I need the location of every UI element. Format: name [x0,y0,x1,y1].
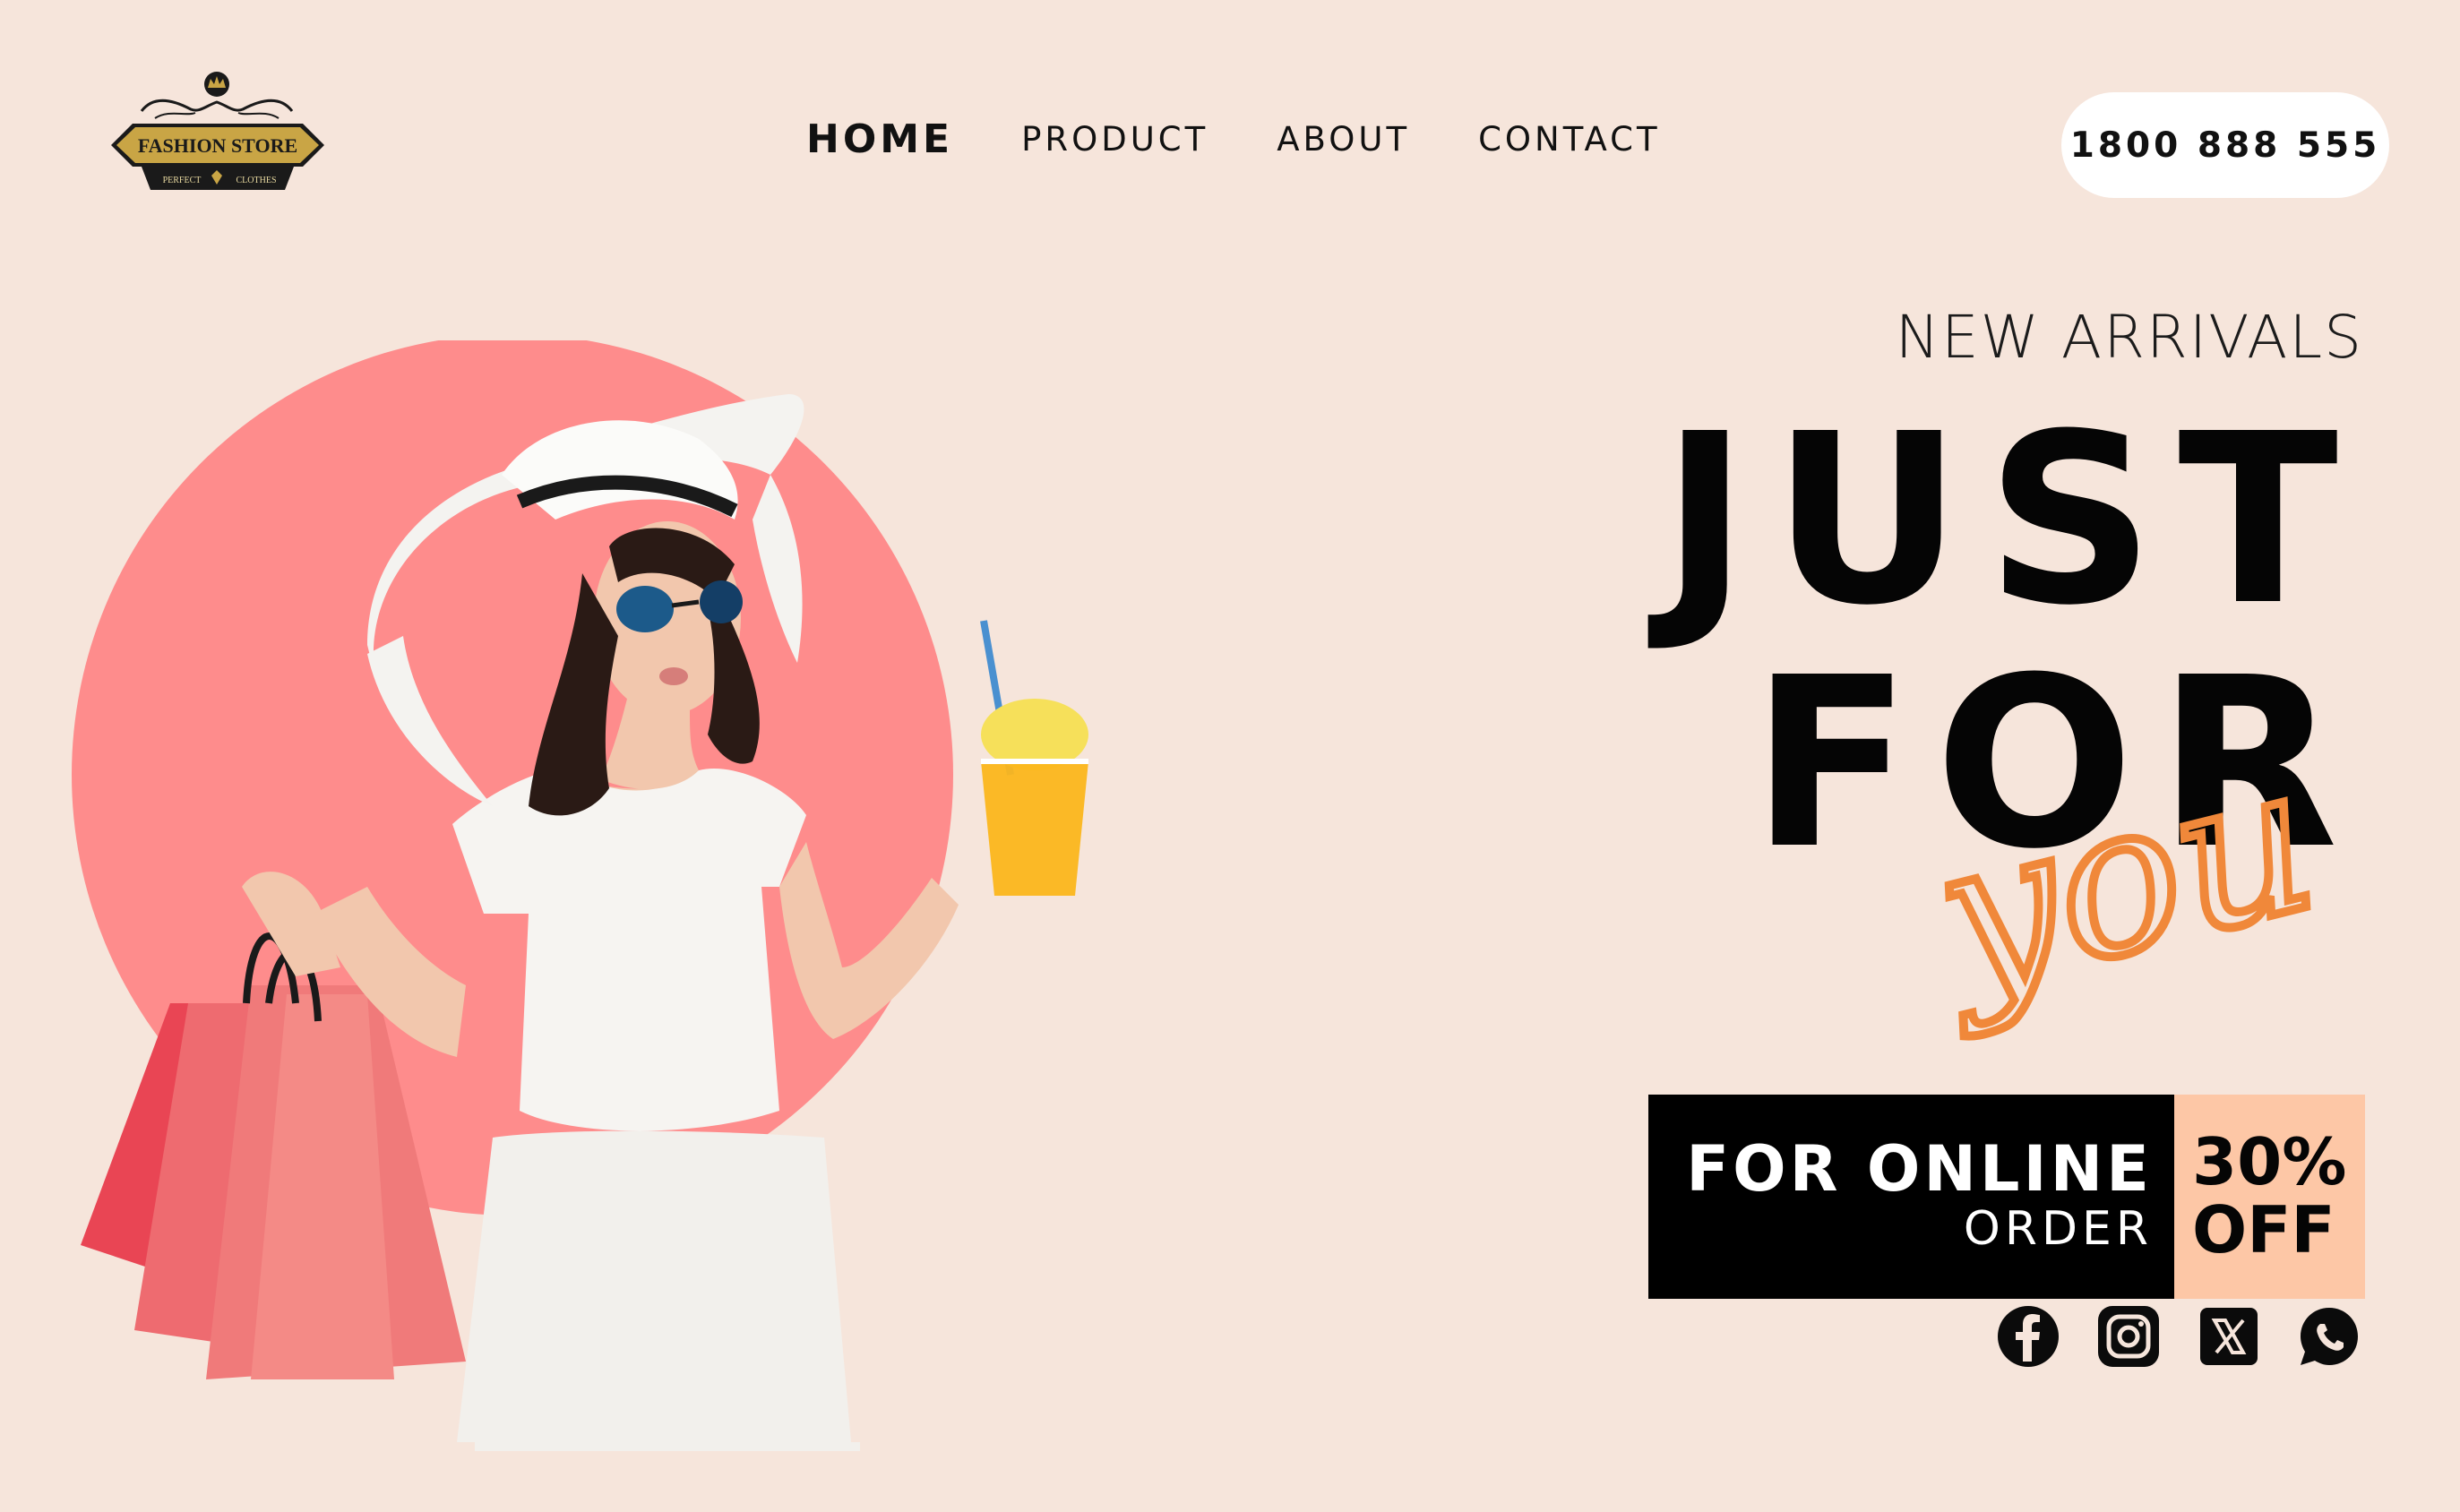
promo-discount-label: OFF [2192,1192,2335,1267]
promo-line1: FOR ONLINE [1686,1132,2153,1207]
hero-eyebrow: NEW ARRIVALS [1895,303,2363,372]
promo-line2: ORDER [1963,1201,2153,1256]
promo-discount-block: 30% OFF [2174,1095,2365,1299]
phone-button[interactable]: 1800 888 555 [2061,92,2389,198]
facebook-icon[interactable] [1998,1306,2059,1367]
hero-script-word: you [1903,690,2339,1048]
promo-discount-value: 30% [2192,1124,2347,1200]
x-icon[interactable] [2198,1306,2259,1367]
nav-home[interactable]: HOME [806,116,953,162]
nav-product[interactable]: PRODUCT [1021,120,1208,159]
drink-cup-illustration [980,620,1088,896]
nav-contact[interactable]: CONTACT [1478,120,1660,159]
logo-tagline-left: PERFECT [163,176,202,185]
social-links [1998,1306,2360,1367]
whatsapp-icon[interactable] [2299,1306,2360,1367]
promo-text-block: FOR ONLINE ORDER [1648,1095,2174,1299]
hero-model-image [72,340,1147,1451]
instagram-icon[interactable] [2098,1306,2159,1367]
hero-headline-line1: JUST [1661,383,2361,657]
script-you-text: you [1907,718,2335,1043]
brand-logo[interactable]: FASHION STORE PERFECT CLOTHES [106,66,330,202]
logo-title: FASHION STORE [138,134,297,157]
main-nav: HOME PRODUCT ABOUT CONTACT [806,116,1729,162]
nav-about[interactable]: ABOUT [1277,120,1410,159]
promo-banner[interactable]: FOR ONLINE ORDER 30% OFF [1648,1095,2365,1299]
logo-tagline-right: CLOTHES [237,176,277,185]
